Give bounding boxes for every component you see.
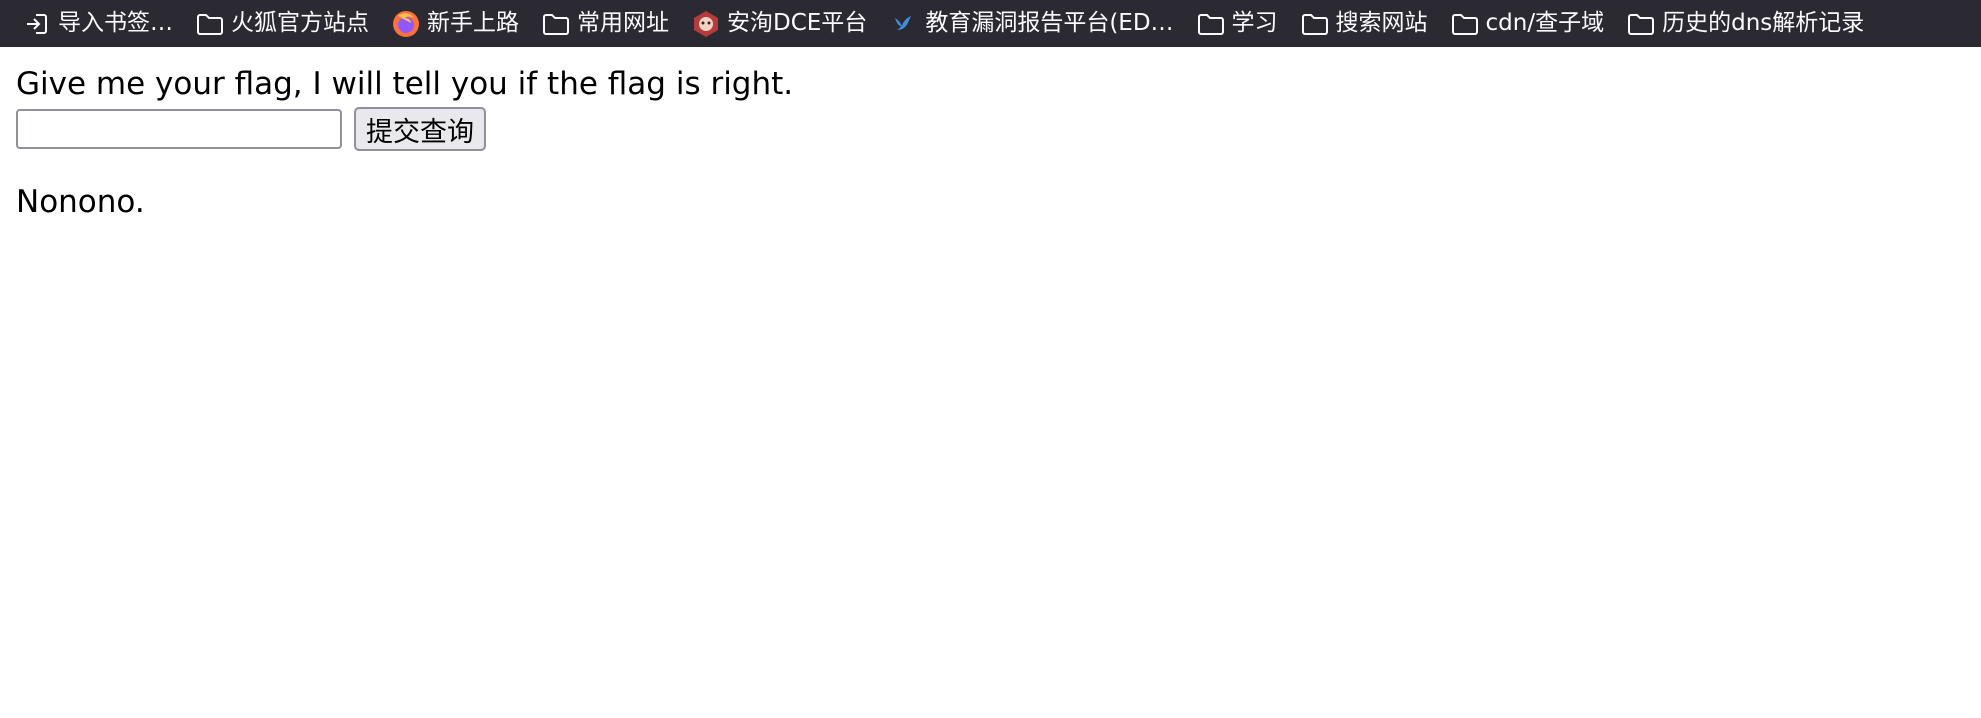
folder-icon bbox=[541, 9, 571, 39]
bookmark-label: cdn/查子域 bbox=[1485, 10, 1605, 36]
bookmarks-toolbar: 导入书签… 火狐官方站点 新手上路 常用网址 安洵DCE平台 教育漏洞报告平台(… bbox=[0, 0, 1981, 47]
bookmark-label: 新手上路 bbox=[427, 10, 519, 36]
bookmark-edu-src[interactable]: 教育漏洞报告平台(ED… bbox=[889, 4, 1174, 44]
bookmark-label: 常用网址 bbox=[577, 10, 669, 36]
bookmark-label: 教育漏洞报告平台(ED… bbox=[925, 10, 1174, 36]
folder-icon bbox=[195, 9, 225, 39]
import-icon bbox=[22, 9, 52, 39]
folder-icon bbox=[1300, 9, 1330, 39]
bookmark-label: 安洵DCE平台 bbox=[727, 10, 868, 36]
bookmark-label: 导入书签… bbox=[58, 10, 173, 36]
flag-input[interactable] bbox=[16, 109, 342, 149]
page-content: Give me your flag, I will tell you if th… bbox=[16, 62, 793, 224]
bookmark-folder-common-sites[interactable]: 常用网址 bbox=[541, 4, 669, 44]
firefox-icon bbox=[391, 9, 421, 39]
submit-button[interactable]: 提交查询 bbox=[354, 107, 486, 151]
bookmark-folder-study[interactable]: 学习 bbox=[1196, 4, 1278, 44]
flag-prompt-text: Give me your flag, I will tell you if th… bbox=[16, 66, 794, 102]
bookmark-label: 历史的dns解析记录 bbox=[1662, 10, 1865, 36]
folder-icon bbox=[1626, 9, 1656, 39]
bookmark-label: 学习 bbox=[1231, 10, 1278, 36]
bookmark-label: 搜索网站 bbox=[1335, 10, 1428, 36]
bookmark-folder-dns-history[interactable]: 历史的dns解析记录 bbox=[1626, 4, 1864, 44]
bird-icon bbox=[889, 9, 919, 39]
flag-form: 提交查询 bbox=[16, 106, 793, 152]
bookmark-getting-started[interactable]: 新手上路 bbox=[391, 4, 519, 44]
bookmark-folder-cdn-subdomain[interactable]: cdn/查子域 bbox=[1450, 4, 1605, 44]
monkey-icon bbox=[691, 9, 721, 39]
folder-icon bbox=[1196, 9, 1226, 39]
bookmark-dce-platform[interactable]: 安洵DCE平台 bbox=[691, 4, 867, 44]
bookmark-label: 火狐官方站点 bbox=[231, 10, 369, 36]
bookmark-folder-firefox-sites[interactable]: 火狐官方站点 bbox=[195, 4, 369, 44]
bookmark-folder-search-sites[interactable]: 搜索网站 bbox=[1300, 4, 1428, 44]
bookmark-import[interactable]: 导入书签… bbox=[22, 4, 173, 44]
folder-icon bbox=[1450, 9, 1480, 39]
result-message: Nonono. bbox=[16, 184, 145, 220]
